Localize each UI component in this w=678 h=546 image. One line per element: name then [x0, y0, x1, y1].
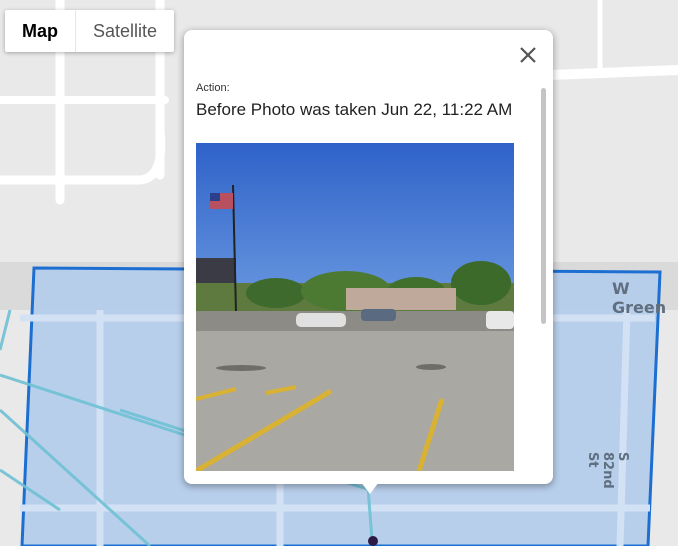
location-marker[interactable] [368, 536, 378, 546]
map-type-control: Map Satellite [5, 10, 175, 52]
action-label: Action: [196, 82, 230, 94]
street-label-w-green: W Green [612, 279, 667, 317]
map-button[interactable]: Map [5, 10, 76, 52]
satellite-button[interactable]: Satellite [76, 10, 174, 52]
photo-image [196, 143, 514, 471]
before-photo[interactable] [196, 143, 514, 471]
street-label-s-82nd: S 82nd St [585, 452, 630, 489]
close-icon[interactable] [517, 44, 539, 66]
popup-tail [361, 482, 379, 494]
popup-scrollbar[interactable] [541, 88, 546, 324]
popup-title: Before Photo was taken Jun 22, 11:22 AM [196, 100, 513, 119]
info-window: Action: Before Photo was taken Jun 22, 1… [184, 30, 553, 484]
